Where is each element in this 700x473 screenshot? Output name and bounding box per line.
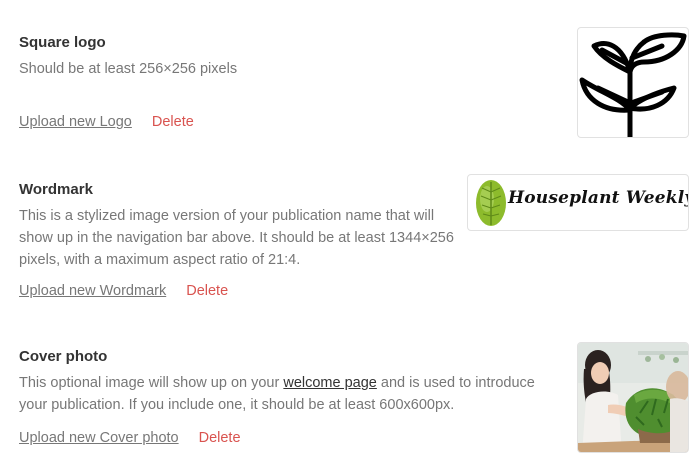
square-logo-section: Square logo Should be at least 256×256 p…	[0, 0, 700, 150]
delete-logo-link[interactable]: Delete	[152, 114, 194, 130]
wordmark-preview: Houseplant Weekly	[467, 174, 689, 231]
wordmark-actions: Upload new Wordmark Delete	[19, 283, 228, 299]
woman-with-plant-photo-icon	[578, 343, 688, 452]
welcome-page-link[interactable]: welcome page	[283, 375, 377, 391]
delete-cover-photo-link[interactable]: Delete	[199, 430, 241, 446]
upload-logo-link[interactable]: Upload new Logo	[19, 114, 132, 130]
wordmark-preview-text: Houseplant Weekly	[508, 188, 689, 208]
plant-sprout-logo-icon	[579, 32, 687, 137]
cover-photo-preview	[577, 342, 689, 453]
upload-cover-photo-link[interactable]: Upload new Cover photo	[19, 430, 179, 446]
square-logo-title: Square logo	[19, 34, 106, 51]
wordmark-description: This is a stylized image version of your…	[19, 208, 454, 268]
cover-photo-title: Cover photo	[19, 348, 108, 365]
delete-wordmark-link[interactable]: Delete	[186, 283, 228, 299]
upload-wordmark-link[interactable]: Upload new Wordmark	[19, 283, 166, 299]
square-logo-preview	[577, 27, 689, 138]
cover-desc-before: This optional image will show up on your	[19, 375, 284, 391]
wordmark-title: Wordmark	[19, 181, 93, 198]
cover-photo-description: This optional image will show up on your…	[19, 372, 559, 416]
wordmark-section: Wordmark This is a stylized image versio…	[0, 150, 700, 310]
leaf-icon	[476, 180, 506, 226]
square-logo-description: Should be at least 256×256 pixels	[19, 61, 238, 77]
square-logo-actions: Upload new Logo Delete	[19, 114, 194, 130]
cover-photo-section: Cover photo This optional image will sho…	[0, 310, 700, 473]
cover-photo-actions: Upload new Cover photo Delete	[19, 430, 241, 446]
